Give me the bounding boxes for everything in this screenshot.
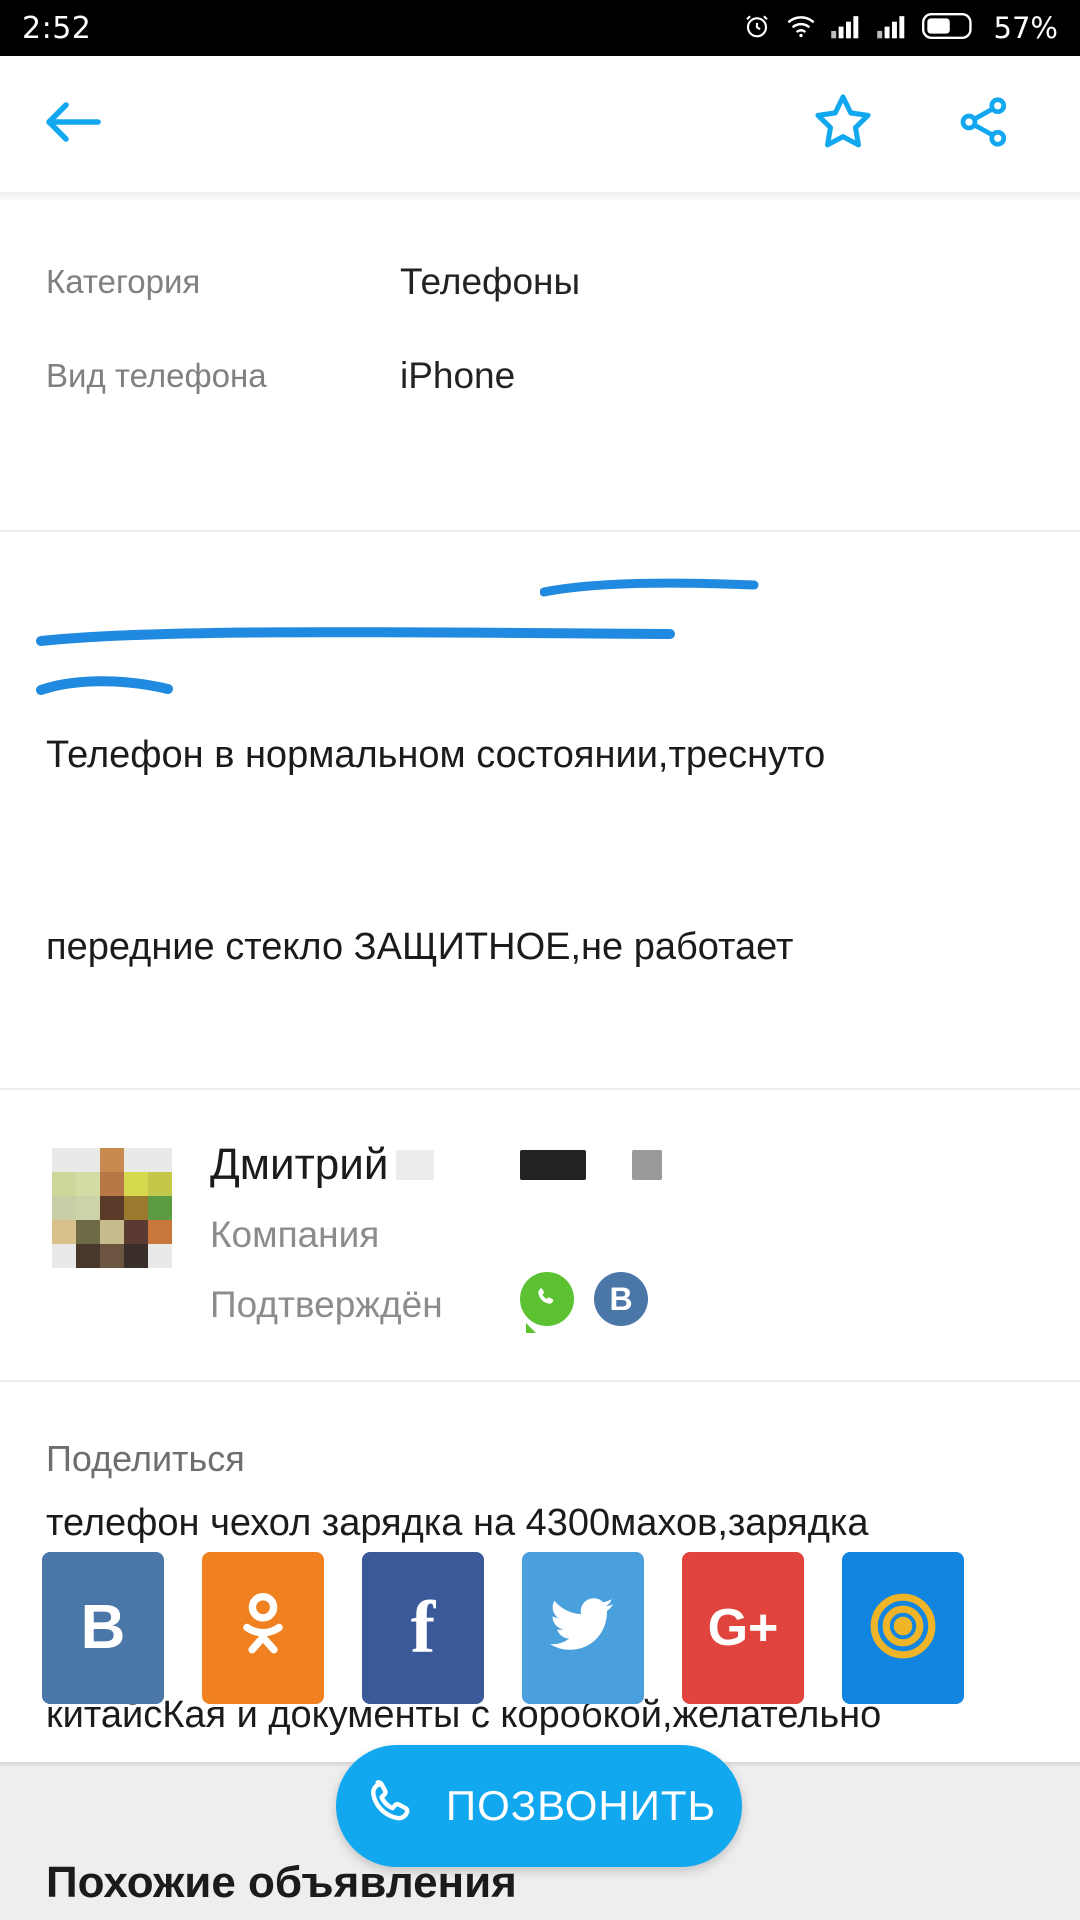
share-button-googleplus[interactable]: G+: [682, 1552, 804, 1704]
parameter-label: Вид телефона: [46, 357, 267, 394]
googleplus-icon: G+: [707, 1599, 779, 1657]
parameter-value: iPhone: [400, 355, 516, 396]
redaction-block: [396, 1150, 435, 1180]
battery-percent: 57%: [993, 11, 1058, 45]
toolbar-shadow: [0, 192, 1080, 200]
app-toolbar: [0, 56, 1080, 192]
parameter-row: Вид телефона iPhone: [0, 356, 1080, 396]
section-divider: [0, 530, 1080, 532]
vk-icon: В: [80, 1593, 126, 1662]
whatsapp-badge[interactable]: [520, 1272, 574, 1333]
vk-badge[interactable]: В: [594, 1272, 648, 1326]
seller-card[interactable]: Дмитрий Компания Подтверждён В: [0, 1100, 1080, 1380]
seller-type: Компания: [210, 1214, 380, 1255]
call-button-label: ПОЗВОНИТЬ: [445, 1782, 717, 1829]
status-bar: 2:52 57%: [0, 0, 1080, 56]
back-arrow-icon[interactable]: [42, 98, 104, 151]
seller-name-row: Дмитрий: [210, 1138, 663, 1192]
alarm-icon: [742, 11, 772, 46]
seller-badges: В: [520, 1272, 648, 1333]
redaction-block: [632, 1150, 663, 1180]
facebook-icon: f: [410, 1587, 436, 1669]
phone-screen: 2:52 57% Категория Телефоны Вид телефона…: [0, 0, 1080, 1920]
share-section-title: Поделиться: [46, 1438, 245, 1479]
status-icons: 57%: [742, 11, 1058, 46]
seller-name: Дмитрий: [210, 1140, 389, 1189]
wifi-icon: [786, 13, 816, 44]
mailru-icon: [867, 1590, 939, 1667]
share-button-vk[interactable]: В: [42, 1552, 164, 1704]
section-divider: [0, 1380, 1080, 1382]
share-buttons-row: В f G+: [42, 1552, 964, 1704]
share-icon[interactable]: [954, 90, 1014, 159]
toolbar-actions: [810, 90, 1014, 159]
seller-status: Подтверждён: [210, 1284, 443, 1325]
share-button-ok[interactable]: [202, 1552, 324, 1704]
star-outline-icon[interactable]: [810, 90, 876, 159]
status-time: 2:52: [22, 10, 92, 46]
parameter-value: Телефоны: [400, 261, 581, 302]
signal-icon: [876, 13, 908, 44]
description-line: передние стекло ЗАЩИТНОЕ,не работает: [46, 926, 794, 968]
parameters-section: Категория Телефоны Вид телефона iPhone: [0, 200, 1080, 532]
odnoklassniki-icon: [232, 1589, 294, 1668]
section-divider: [0, 1088, 1080, 1090]
share-button-facebook[interactable]: f: [362, 1552, 484, 1704]
similar-ads-title: Похожие объявления: [46, 1858, 517, 1907]
parameter-row: Категория Телефоны: [0, 262, 1080, 302]
description-line: телефон чехол зарядка на 4300махов,заряд…: [46, 1502, 869, 1544]
avatar: [52, 1148, 172, 1268]
call-button[interactable]: ПОЗВОНИТЬ: [336, 1745, 742, 1867]
battery-icon: [921, 12, 974, 45]
signal-icon: [830, 13, 862, 44]
description-line: Телефон в нормальном состоянии,треснуто: [46, 734, 826, 776]
share-button-mailru[interactable]: [842, 1552, 964, 1704]
share-button-twitter[interactable]: [522, 1552, 644, 1704]
phone-icon: [362, 1776, 418, 1837]
redaction-block: [520, 1150, 587, 1180]
twitter-icon: [550, 1597, 616, 1660]
parameter-label: Категория: [46, 263, 201, 300]
